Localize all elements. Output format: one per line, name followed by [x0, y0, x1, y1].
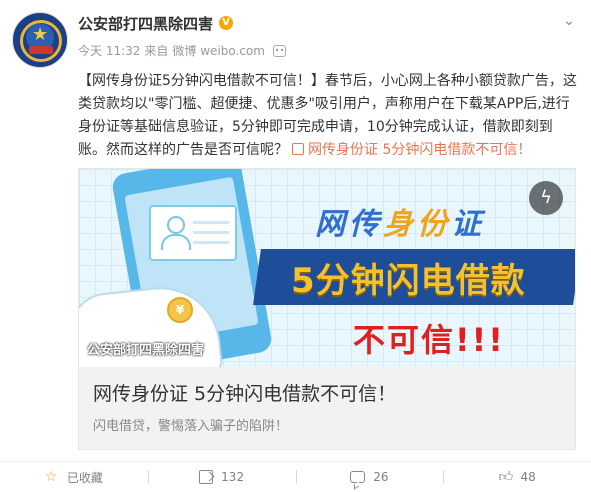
comment-count: 26	[373, 470, 389, 484]
author-name[interactable]: 公安部打四黑除四害	[78, 13, 213, 34]
flash-icon[interactable]: ϟ	[529, 181, 563, 215]
link-icon	[292, 143, 304, 155]
weibo-post-card: ★ 公安部打四黑除四害 V ⌄ 今天 11:32 来自 微博 weibo.com…	[0, 0, 591, 492]
id-line	[193, 221, 229, 224]
badge-star-icon: ★	[32, 24, 49, 45]
cover-line-1b: 身份	[383, 207, 451, 242]
like-count: 48	[520, 470, 536, 484]
article-cover[interactable]: ¥ 网传身份证 5分钟闪电借款 不可信!!! 公安部打四黑除四害 ϟ	[79, 169, 575, 367]
author-row: 公安部打四黑除四害 V	[78, 12, 234, 34]
like-icon: 👍︎	[498, 469, 514, 485]
star-icon: ☆	[44, 469, 58, 485]
article-title[interactable]: 网传身份证 5分钟闪电借款不可信！	[93, 379, 396, 406]
id-line	[193, 231, 229, 234]
cover-watermark: 公安部打四黑除四害	[87, 343, 205, 358]
robot-icon	[272, 44, 286, 57]
share-icon	[199, 470, 214, 484]
coin-icon: ¥	[167, 297, 193, 323]
id-line	[193, 241, 229, 244]
person-icon	[161, 216, 191, 250]
badge-base	[29, 46, 53, 54]
cover-line-1a: 网传	[315, 207, 383, 242]
share-count: 132	[221, 470, 245, 484]
id-card-illustration	[149, 205, 237, 261]
favorite-label: 已收藏	[66, 470, 103, 485]
comment-button[interactable]: 26	[295, 462, 444, 492]
post-meta: 今天 11:32 来自 微博 weibo.com	[78, 42, 290, 59]
article-description: 闪电借贷，警惕落入骗子的陷阱！	[93, 419, 289, 434]
cover-line-3: 不可信!!!	[353, 321, 505, 359]
favorite-button[interactable]: ☆ 已收藏	[0, 462, 148, 492]
post-time[interactable]: 今天 11:32	[78, 42, 140, 59]
comment-icon	[350, 471, 366, 483]
chevron-down-icon[interactable]: ⌄	[561, 14, 577, 28]
source-prefix: 来自	[144, 44, 169, 58]
verified-icon: V	[219, 16, 234, 30]
article-card[interactable]: ¥ 网传身份证 5分钟闪电借款 不可信!!! 公安部打四黑除四害 ϟ 网传身份证…	[78, 168, 576, 450]
cover-line-2: 5分钟闪电借款	[291, 261, 526, 301]
cover-line-1c: 证	[451, 207, 485, 242]
action-bar: ☆ 已收藏 132 26 👍︎ 48	[0, 462, 591, 492]
post-source[interactable]: 微博 weibo.com	[172, 42, 265, 59]
author-avatar[interactable]: ★	[12, 12, 68, 68]
post-article-link[interactable]: 网传身份证 5分钟闪电借款不可信！	[308, 142, 531, 158]
like-button[interactable]: 👍︎ 48	[443, 462, 591, 492]
share-button[interactable]: 132	[147, 462, 296, 492]
cover-line-1: 网传身份证	[315, 199, 485, 243]
post-text: 【网传身份证5分钟闪电借款不可信！】春节后，小心网上各种小额贷款广告，这类贷款均…	[78, 70, 578, 162]
